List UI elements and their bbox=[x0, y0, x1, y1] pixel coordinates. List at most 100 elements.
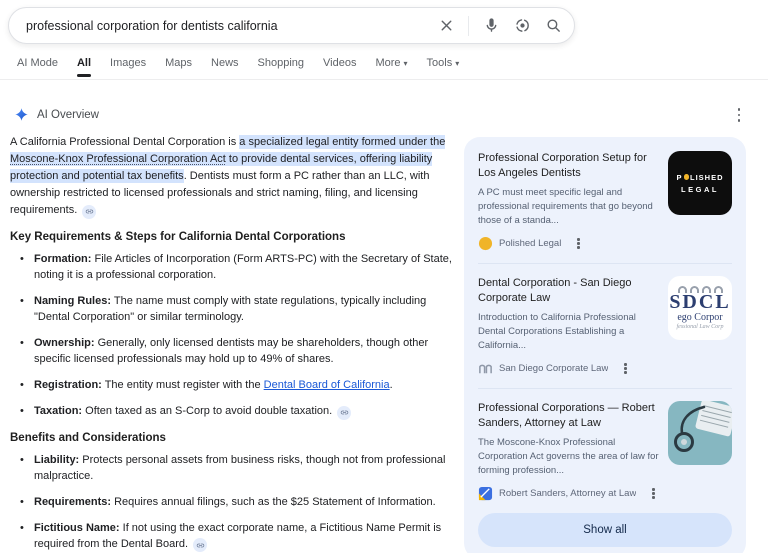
bullet-text: Ownership: Generally, only licensed dent… bbox=[34, 337, 429, 365]
ai-overview-content: A California Professional Dental Corpora… bbox=[10, 134, 457, 553]
chevron-down-icon: ▾ bbox=[455, 59, 460, 68]
tabs-divider bbox=[0, 79, 768, 80]
source-card-title[interactable]: Professional Corporation Setup for Los A… bbox=[478, 151, 660, 181]
card-divider bbox=[478, 388, 732, 389]
card-divider bbox=[478, 263, 732, 264]
sdcl-teeth-favicon bbox=[478, 361, 493, 376]
tab-videos[interactable]: Videos bbox=[323, 57, 356, 69]
sdcl-thumbnail[interactable]: SDCL ego Corpor fessional Law Corp bbox=[668, 276, 732, 340]
ai-overview-label: AI Overview bbox=[37, 108, 99, 121]
source-card-text: Professional Corporation Setup for Los A… bbox=[478, 151, 660, 251]
ai-overview-sections: Key Requirements & Steps for California … bbox=[10, 231, 457, 552]
bullet-text: Liability: Protects personal assets from… bbox=[34, 453, 446, 482]
bullet-list: • Liability: Protects personal assets fro… bbox=[10, 452, 457, 552]
search-bar[interactable]: professional corporation for dentists ca… bbox=[8, 7, 575, 44]
source-card[interactable]: Dental Corporation - San Diego Corporate… bbox=[478, 276, 732, 376]
bullet-dot: • bbox=[20, 495, 24, 508]
source-card-description: Introduction to California Professional … bbox=[478, 312, 636, 351]
tab-more[interactable]: More ▾ bbox=[375, 57, 407, 69]
logo-line-1: P LISHED bbox=[676, 172, 724, 182]
source-link-chip[interactable] bbox=[82, 204, 97, 219]
list-item: • Fictitious Name: If not using the exact… bbox=[10, 520, 457, 552]
source-attribution-row: San Diego Corporate Law bbox=[478, 361, 660, 376]
polished-legal-thumbnail[interactable]: P LISHED LEGAL bbox=[668, 151, 732, 215]
microphone-icon[interactable] bbox=[482, 17, 500, 35]
source-card[interactable]: Professional Corporation Setup for Los A… bbox=[478, 151, 732, 251]
overview-more-options-icon[interactable] bbox=[731, 105, 747, 125]
polished-legal-favicon bbox=[478, 236, 493, 251]
search-icon[interactable] bbox=[544, 17, 562, 35]
card-more-options-icon[interactable] bbox=[650, 486, 656, 500]
list-item: • Taxation: Often taxed as an S-Corp to a… bbox=[10, 403, 457, 420]
list-item: • Naming Rules: The name must comply with… bbox=[10, 293, 457, 325]
bullet-list: • Formation: File Articles of Incorporati… bbox=[10, 251, 457, 420]
robert-sanders-favicon bbox=[478, 486, 493, 501]
bullet-dot: • bbox=[20, 295, 24, 307]
tab-news[interactable]: News bbox=[211, 57, 239, 69]
list-item: • Requirements: Requires annual filings, … bbox=[10, 494, 457, 510]
search-input[interactable]: professional corporation for dentists ca… bbox=[26, 19, 437, 33]
bullet-dot: • bbox=[20, 379, 24, 391]
source-name: San Diego Corporate Law bbox=[499, 363, 609, 374]
bullet-text: Taxation: Often taxed as an S-Corp to av… bbox=[24, 403, 457, 420]
tab-maps[interactable]: Maps bbox=[165, 57, 192, 69]
source-card[interactable]: Professional Corporations — Robert Sande… bbox=[478, 401, 732, 501]
tab-ai-mode[interactable]: AI Mode bbox=[17, 57, 58, 69]
ai-sparkle-icon bbox=[15, 108, 28, 121]
bullet-label: Liability: bbox=[34, 453, 80, 466]
tab-images[interactable]: Images bbox=[110, 57, 146, 69]
dental-board-link[interactable]: Dental Board of California bbox=[264, 379, 390, 391]
bullet-text: Formation: File Articles of Incorporatio… bbox=[34, 253, 452, 281]
bullet-label: Registration: bbox=[34, 379, 102, 391]
list-item: • Formation: File Articles of Incorporati… bbox=[10, 251, 457, 283]
google-search-results-page: professional corporation for dentists ca… bbox=[0, 0, 768, 553]
bullet-label: Fictitious Name: bbox=[34, 521, 120, 534]
source-name: Robert Sanders, Attorney at Law bbox=[499, 488, 637, 499]
sdcl-line-2: ego Corpor bbox=[677, 311, 723, 323]
source-link-chip[interactable] bbox=[193, 538, 208, 552]
bullet-dot: • bbox=[20, 521, 24, 534]
yellow-o-dot bbox=[683, 174, 689, 180]
source-card-title[interactable]: Professional Corporations — Robert Sande… bbox=[478, 401, 660, 431]
logo-line-2: LEGAL bbox=[681, 184, 719, 194]
bullet-dot: • bbox=[20, 453, 24, 466]
tab-shopping[interactable]: Shopping bbox=[258, 57, 305, 69]
search-bar-icons bbox=[437, 15, 562, 36]
source-card-text: Dental Corporation - San Diego Corporate… bbox=[478, 276, 660, 376]
sdcl-letters: SDCL bbox=[669, 290, 731, 313]
icon-divider bbox=[468, 15, 469, 36]
section-heading: Key Requirements & Steps for California … bbox=[10, 231, 346, 243]
bullet-dot: • bbox=[20, 337, 24, 349]
source-link-chip[interactable] bbox=[337, 405, 352, 420]
bullet-text: Requirements: Requires annual filings, s… bbox=[34, 495, 436, 508]
tab-tools[interactable]: Tools ▾ bbox=[427, 57, 460, 69]
show-all-button[interactable]: Show all bbox=[478, 513, 732, 547]
lens-camera-icon[interactable] bbox=[513, 17, 531, 35]
bullet-text: Naming Rules: The name must comply with … bbox=[34, 295, 427, 323]
bullet-label: Formation: bbox=[34, 253, 92, 265]
source-card-text: Professional Corporations — Robert Sande… bbox=[478, 401, 660, 501]
card-more-options-icon[interactable] bbox=[575, 236, 581, 250]
ai-overview-header: AI Overview bbox=[14, 107, 99, 122]
clear-icon[interactable] bbox=[437, 17, 455, 35]
source-card-description: The Moscone-Knox Professional Corporatio… bbox=[478, 437, 659, 476]
list-item: • Liability: Protects personal assets fro… bbox=[10, 452, 457, 484]
intro-text-run: A California Professional Dental Corpora… bbox=[10, 136, 240, 148]
bullet-dot: • bbox=[20, 253, 24, 265]
moscone-knox-act-link[interactable]: Moscone-Knox Professional Corporation Ac… bbox=[10, 152, 226, 166]
stethoscope-laptop-thumbnail[interactable] bbox=[668, 401, 732, 465]
list-item: • Ownership: Generally, only licensed den… bbox=[10, 335, 457, 367]
ai-overview-intro: A California Professional Dental Corpora… bbox=[10, 134, 457, 219]
sources-panel: Professional Corporation Setup for Los A… bbox=[464, 137, 746, 553]
bullet-dot: • bbox=[20, 405, 24, 417]
tab-all[interactable]: All bbox=[76, 57, 92, 77]
source-card-description: A PC must meet specific legal and profes… bbox=[478, 187, 653, 226]
source-name: Polished Legal bbox=[499, 238, 562, 249]
source-attribution-row: Robert Sanders, Attorney at Law bbox=[478, 486, 660, 501]
card-more-options-icon[interactable] bbox=[622, 361, 628, 375]
source-attribution-row: Polished Legal bbox=[478, 236, 660, 251]
bullet-label: Requirements: bbox=[34, 495, 112, 508]
intro-text-run: a specialized legal entity formed under … bbox=[239, 135, 446, 149]
source-cards: Professional Corporation Setup for Los A… bbox=[478, 151, 732, 501]
source-card-title[interactable]: Dental Corporation - San Diego Corporate… bbox=[478, 276, 660, 306]
